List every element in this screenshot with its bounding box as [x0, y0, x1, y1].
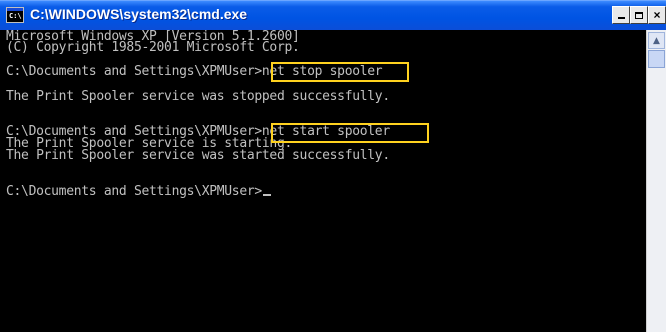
close-button[interactable]: ×: [648, 6, 666, 24]
highlight-box-stop-command: [271, 62, 409, 82]
prompt-text: C:\Documents and Settings\XPMUser>: [6, 184, 262, 199]
maximize-icon: [635, 11, 643, 19]
title-bar[interactable]: C:\ C:\WINDOWS\system32\cmd.exe ×: [0, 0, 666, 30]
console-line: (C) Copyright 1985-2001 Microsoft Corp.: [6, 40, 300, 55]
scrollbar-thumb[interactable]: [648, 50, 665, 68]
highlight-box-start-command: [271, 123, 429, 143]
text-cursor: [262, 194, 271, 196]
scroll-up-button[interactable]: ▲: [648, 32, 665, 49]
cmd-app-icon[interactable]: C:\: [6, 7, 24, 23]
close-icon: ×: [653, 8, 661, 22]
console-output[interactable]: Microsoft Windows XP [Version 5.1.2600] …: [0, 30, 646, 332]
console-line: The Print Spooler service was stopped su…: [6, 89, 390, 104]
console-prompt: C:\Documents and Settings\XPMUser>: [6, 185, 271, 199]
chevron-up-icon: ▲: [653, 35, 660, 46]
console-line: The Print Spooler service was started su…: [6, 148, 390, 163]
minimize-icon: [617, 17, 625, 19]
vertical-scrollbar[interactable]: ▲: [646, 30, 666, 332]
minimize-button[interactable]: [612, 6, 630, 24]
window-title: C:\WINDOWS\system32\cmd.exe: [30, 6, 248, 22]
maximize-button[interactable]: [630, 6, 648, 24]
